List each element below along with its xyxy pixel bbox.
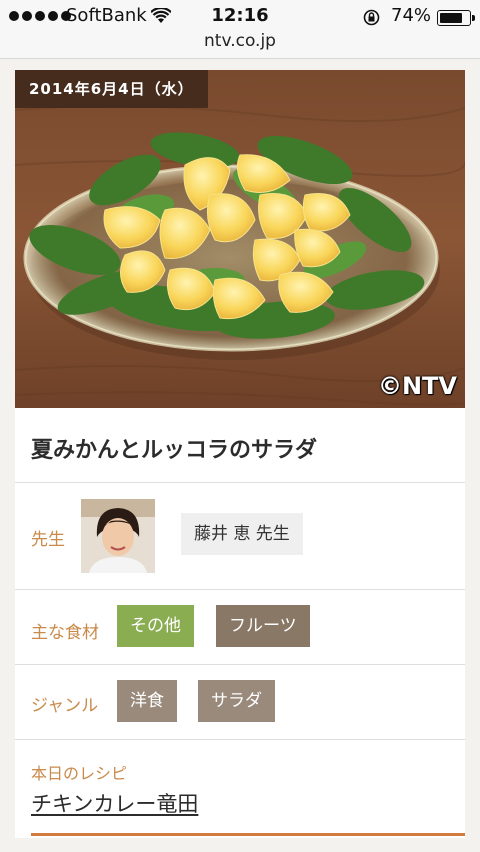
teacher-avatar[interactable] (81, 499, 155, 573)
todays-recipe-label: 本日のレシピ (31, 764, 128, 783)
ingredients-label: 主な食材 (31, 623, 99, 643)
teacher-name-tag[interactable]: 藤井 恵 先生 (181, 513, 303, 555)
divider (15, 739, 465, 740)
genre-label: ジャンル (31, 696, 99, 716)
status-bar: SoftBank 12:16 74% ntv.co.jp (0, 0, 480, 59)
salad-photo (15, 70, 465, 408)
ntv-watermark: ©NTV (377, 372, 457, 400)
accent-rule (31, 833, 465, 836)
divider (15, 482, 465, 483)
divider (15, 589, 465, 590)
battery-percentage: 74% (391, 5, 432, 26)
battery-icon (437, 10, 475, 26)
genre-tag-western[interactable]: 洋食 (117, 680, 177, 722)
rotation-lock-icon (363, 9, 380, 26)
genre-tag-salad[interactable]: サラダ (198, 680, 275, 722)
recipe-card: 2014年6月4日（水） ©NTV 夏みかんとルッコラのサラダ 先生 藤井 恵 … (15, 70, 465, 838)
address-bar[interactable]: ntv.co.jp (0, 31, 480, 51)
date-badge: 2014年6月4日（水） (15, 70, 208, 108)
divider (15, 664, 465, 665)
ingredient-tag-other[interactable]: その他 (117, 605, 194, 647)
recipe-title: 夏みかんとルッコラのサラダ (31, 438, 318, 463)
ingredient-tag-fruit[interactable]: フルーツ (216, 605, 310, 647)
todays-recipe-link[interactable]: チキンカレー竜田 (31, 788, 198, 818)
teacher-label: 先生 (31, 530, 65, 550)
